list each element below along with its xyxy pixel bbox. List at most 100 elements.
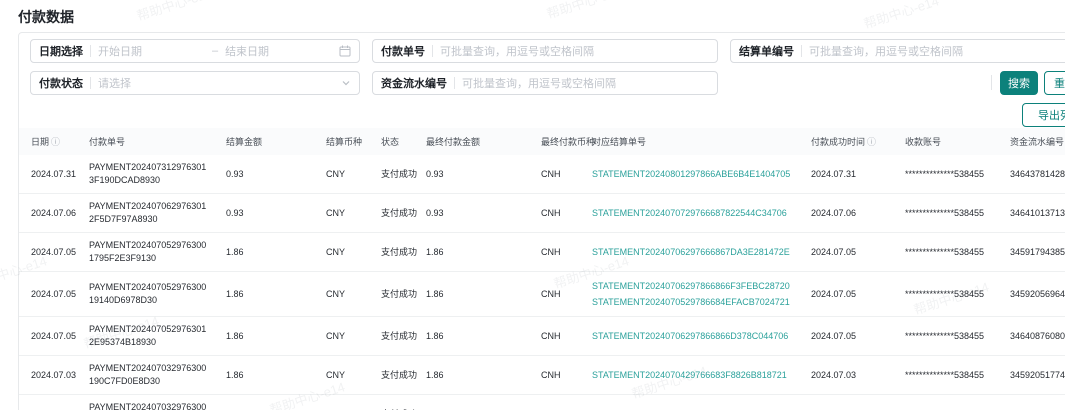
- cell-account: **************538455: [897, 193, 1002, 233]
- date-range-label: 日期选择: [39, 46, 83, 58]
- table-row: 2024.07.06 PAYMENT2024070629763012F5D7F9…: [19, 193, 1065, 233]
- settlement-no-placeholder[interactable]: 可批量查询，用逗号或空格间隔: [809, 43, 1065, 59]
- payments-table: 日期 ⓘ 付款单号 结算金额 结算币种 状态 最终付款金额 最终付款币种 对应结算…: [19, 128, 1065, 410]
- info-icon[interactable]: ⓘ: [51, 137, 60, 147]
- cell-settle-amount: 1.86: [218, 271, 318, 317]
- label-divider: [432, 45, 433, 57]
- statement-link[interactable]: STATEMENT20240706297666867DA3E281472E: [592, 244, 795, 260]
- cell-success-time: 2024.07.05: [803, 271, 897, 317]
- info-icon[interactable]: ⓘ: [867, 137, 876, 147]
- cell-statement-links: STATEMENT2024070429766683F8826B818721: [584, 355, 803, 395]
- payment-no-input[interactable]: 付款单号 可批量查询，用逗号或空格间隔: [372, 39, 718, 63]
- cell-settle-currency: CNY: [318, 316, 373, 356]
- button-group-divider: [991, 75, 992, 90]
- watermark: 帮助中心-e14: [544, 0, 624, 22]
- cell-final-currency: CNH: [533, 355, 584, 395]
- cell-status: 支付成功: [373, 394, 418, 410]
- cell-status: 支付成功: [373, 355, 418, 395]
- cell-payment-no: PAYMENT20240705297630019140D6978D30: [81, 271, 218, 317]
- cell-payment-no: PAYMENT2024070529763012E95374B18930: [81, 316, 218, 356]
- cell-settle-amount: 1.86: [218, 355, 318, 395]
- cell-success-time: 2024.07.05: [803, 316, 897, 356]
- cell-final-currency: CNH: [533, 394, 584, 410]
- payment-no-placeholder[interactable]: 可批量查询，用逗号或空格间隔: [440, 43, 709, 59]
- cell-settle-amount: 0.93: [218, 193, 318, 233]
- cell-success-time: 2024.07.31: [803, 155, 897, 194]
- cell-payment-no: PAYMENT202407032976300190C7FD0E8D30: [81, 355, 218, 395]
- cell-date: 2024.07.31: [19, 155, 81, 194]
- cell-settle-currency: CNY: [318, 193, 373, 233]
- payment-status-select[interactable]: 付款状态 请选择: [30, 71, 360, 95]
- date-range-picker[interactable]: 日期选择 开始日期 – 结束日期: [30, 39, 360, 63]
- cell-account: **************538455: [897, 316, 1002, 356]
- cell-account: **************538455: [897, 155, 1002, 194]
- table-row: 2024.07.05 PAYMENT20240705297630019140D6…: [19, 271, 1065, 317]
- table-body: 2024.07.31 PAYMENT2024073129763013F190DC…: [19, 155, 1065, 410]
- statement-link[interactable]: STATEMENT20240704297666839C450243872E: [592, 406, 795, 410]
- statement-link[interactable]: STATEMENT2024070729766687822544C34706: [592, 205, 795, 221]
- cell-payment-no: PAYMENT2024073129763013F190DCAD8930: [81, 155, 218, 194]
- payment-status-placeholder[interactable]: 请选择: [98, 75, 334, 91]
- label-divider: [454, 77, 455, 89]
- cell-date: 2024.07.03: [19, 355, 81, 395]
- cell-status: 支付成功: [373, 232, 418, 272]
- cell-settle-currency: CNY: [318, 271, 373, 317]
- cell-payment-no: PAYMENT202407032976300176EF2A7C9130: [81, 394, 218, 410]
- col-header-account: 收款账号: [897, 128, 1002, 155]
- statement-link[interactable]: STATEMENT2024070529786684EFACB7024721: [592, 294, 795, 310]
- cell-settle-currency: CNY: [318, 155, 373, 194]
- reset-button[interactable]: 重置: [1044, 71, 1065, 95]
- cell-flow-no: 3459179438502023: [1002, 232, 1065, 272]
- cell-flow-no: 3459205177415732: [1002, 355, 1065, 395]
- search-button[interactable]: 搜索: [1000, 71, 1038, 95]
- settlement-no-label: 结算单编号: [739, 46, 794, 58]
- table-row: 2024.07.31 PAYMENT2024073129763013F190DC…: [19, 155, 1065, 194]
- cell-status: 支付成功: [373, 155, 418, 194]
- date-range-separator: –: [211, 45, 219, 57]
- cell-final-amount: 0.93: [418, 155, 533, 194]
- cell-final-currency: CNH: [533, 193, 584, 233]
- cell-statement-links: STATEMENT20240706297866866D378C044706: [584, 316, 803, 356]
- cell-payment-no: PAYMENT2024070629763012F5D7F97A8930: [81, 193, 218, 233]
- export-list-button[interactable]: 导出列表: [1022, 103, 1065, 127]
- col-header-status: 状态: [373, 128, 418, 155]
- end-date-placeholder[interactable]: 结束日期: [225, 43, 332, 59]
- fund-flow-no-placeholder[interactable]: 可批量查询，用逗号或空格间隔: [462, 75, 709, 91]
- cell-flow-no: 3464378142857988: [1002, 155, 1065, 194]
- cell-final-amount: 1.86: [418, 232, 533, 272]
- settlement-no-input[interactable]: 结算单编号 可批量查询，用逗号或空格间隔: [730, 39, 1065, 63]
- cell-account: **************538455: [897, 394, 1002, 410]
- cell-statement-links: STATEMENT2024070729766687822544C34706: [584, 193, 803, 233]
- label-divider: [90, 77, 91, 89]
- statement-link[interactable]: STATEMENT2024070429766683F8826B818721: [592, 367, 795, 383]
- col-header-final-currency: 最终付款币种: [533, 128, 595, 155]
- fund-flow-no-input[interactable]: 资金流水编号 可批量查询，用逗号或空格间隔: [372, 71, 718, 95]
- cell-settle-currency: CNY: [318, 355, 373, 395]
- cell-flow-no: 3459205696461442: [1002, 271, 1065, 317]
- cell-status: 支付成功: [373, 271, 418, 317]
- cell-final-currency: CNH: [533, 316, 584, 356]
- cell-flow-no: 3464087608050682: [1002, 316, 1065, 356]
- statement-link[interactable]: STATEMENT20240706297866866F3FEBC28720: [592, 278, 795, 294]
- statement-link[interactable]: STATEMENT20240706297866866D378C044706: [592, 328, 795, 344]
- cell-success-time: 2024.07.03: [803, 394, 897, 410]
- page-title: 付款数据: [18, 9, 74, 25]
- cell-final-amount: 3.72: [418, 394, 533, 410]
- table-header-row: 日期 ⓘ 付款单号 结算金额 结算币种 状态 最终付款金额 最终付款币种 对应结算…: [19, 128, 1065, 155]
- statement-link[interactable]: STATEMENT20240801297866ABE6B4E1404705: [592, 166, 795, 182]
- cell-date: 2024.07.06: [19, 193, 81, 233]
- cell-account: **************538455: [897, 271, 1002, 317]
- cell-date: 2024.07.05: [19, 271, 81, 317]
- start-date-placeholder[interactable]: 开始日期: [98, 43, 205, 59]
- cell-settle-currency: CNY: [318, 394, 373, 410]
- cell-date: 2024.07.05: [19, 316, 81, 356]
- cell-statement-links: STATEMENT20240706297866866F3FEBC28720 STA…: [584, 271, 803, 317]
- cell-status: 支付成功: [373, 316, 418, 356]
- col-header-statement-no: 对应结算单号: [584, 128, 803, 155]
- cell-settle-amount: 0.93: [218, 155, 318, 194]
- cell-date: 2024.07.03: [19, 394, 81, 410]
- col-header-settle-currency: 结算币种: [318, 128, 373, 155]
- cell-date: 2024.07.05: [19, 232, 81, 272]
- cell-settle-currency: CNY: [318, 232, 373, 272]
- fund-flow-no-label: 资金流水编号: [381, 78, 447, 90]
